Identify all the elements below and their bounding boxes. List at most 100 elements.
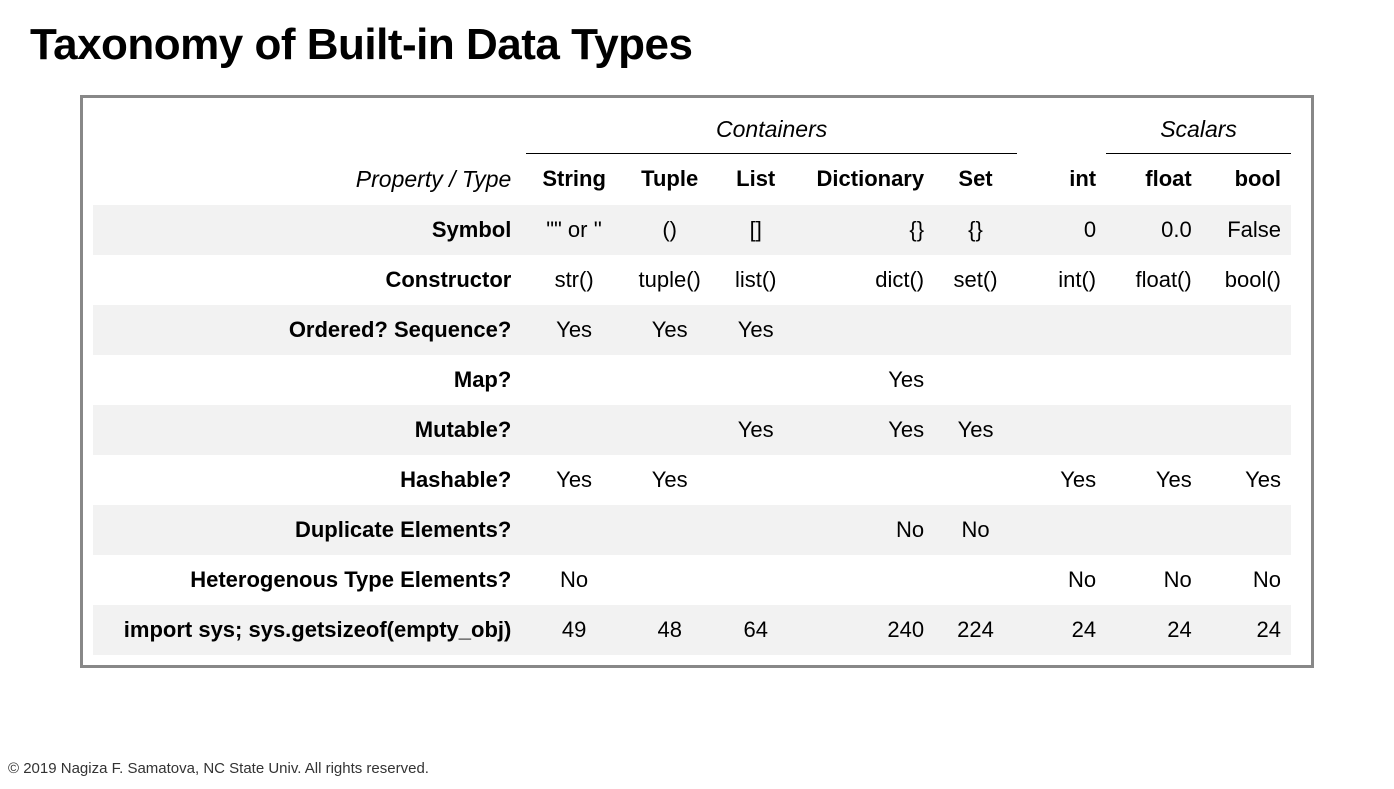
row-property: Ordered? Sequence?	[93, 305, 526, 355]
cell-int: Yes	[1017, 455, 1106, 505]
cell-float	[1106, 505, 1202, 555]
cell-tuple	[622, 355, 718, 405]
table-row: Constructorstr()tuple()list()dict()set()…	[93, 255, 1291, 305]
cell-bool	[1202, 505, 1291, 555]
cell-dictionary: Yes	[794, 405, 934, 455]
row-property: Constructor	[93, 255, 526, 305]
col-property: Property / Type	[93, 154, 526, 205]
cell-tuple	[622, 555, 718, 605]
table-row: Heterogenous Type Elements?NoNoNoNo	[93, 555, 1291, 605]
cell-string: "" or ''	[526, 205, 622, 255]
cell-list	[717, 455, 793, 505]
cell-tuple: tuple()	[622, 255, 718, 305]
cell-tuple: Yes	[622, 455, 718, 505]
cell-float: 24	[1106, 605, 1202, 655]
cell-int	[1017, 305, 1106, 355]
cell-tuple: Yes	[622, 305, 718, 355]
cell-float: 0.0	[1106, 205, 1202, 255]
table-row: Hashable?YesYesYesYesYes	[93, 455, 1291, 505]
column-header-row: Property / Type String Tuple List Dictio…	[93, 154, 1291, 205]
table-frame: Containers Scalars Property / Type Strin…	[80, 95, 1314, 668]
cell-string: No	[526, 555, 622, 605]
copyright-footer: © 2019 Nagiza F. Samatova, NC State Univ…	[8, 760, 429, 777]
cell-string: str()	[526, 255, 622, 305]
cell-set: Yes	[934, 405, 1017, 455]
cell-list: []	[717, 205, 793, 255]
cell-list	[717, 355, 793, 405]
cell-bool: Yes	[1202, 455, 1291, 505]
cell-int	[1017, 505, 1106, 555]
cell-list: Yes	[717, 305, 793, 355]
cell-tuple	[622, 505, 718, 555]
cell-dictionary: {}	[794, 205, 934, 255]
super-header-containers: Containers	[526, 108, 1017, 154]
table-row: Duplicate Elements? NoNo	[93, 505, 1291, 555]
cell-bool: 24	[1202, 605, 1291, 655]
cell-dictionary	[794, 555, 934, 605]
col-dictionary: Dictionary	[794, 154, 934, 205]
cell-set: 224	[934, 605, 1017, 655]
cell-bool	[1202, 405, 1291, 455]
cell-float: Yes	[1106, 455, 1202, 505]
taxonomy-table: Containers Scalars Property / Type Strin…	[93, 108, 1291, 655]
cell-string	[526, 355, 622, 405]
cell-string: Yes	[526, 305, 622, 355]
row-property: Symbol	[93, 205, 526, 255]
cell-set	[934, 355, 1017, 405]
cell-float	[1106, 355, 1202, 405]
cell-list	[717, 555, 793, 605]
table-body: Symbol"" or ''()[]{}{}00.0FalseConstruct…	[93, 205, 1291, 655]
cell-bool: False	[1202, 205, 1291, 255]
page-title: Taxonomy of Built-in Data Types	[30, 20, 1364, 70]
super-header-row: Containers Scalars	[93, 108, 1291, 154]
cell-string: Yes	[526, 455, 622, 505]
cell-float: float()	[1106, 255, 1202, 305]
cell-int: 24	[1017, 605, 1106, 655]
cell-bool	[1202, 355, 1291, 405]
cell-tuple	[622, 405, 718, 455]
cell-int	[1017, 355, 1106, 405]
row-property: Heterogenous Type Elements?	[93, 555, 526, 605]
cell-float	[1106, 405, 1202, 455]
cell-int: int()	[1017, 255, 1106, 305]
cell-string	[526, 405, 622, 455]
cell-dictionary: 240	[794, 605, 934, 655]
cell-set: No	[934, 505, 1017, 555]
col-tuple: Tuple	[622, 154, 718, 205]
cell-string: 49	[526, 605, 622, 655]
cell-dictionary	[794, 305, 934, 355]
cell-int: No	[1017, 555, 1106, 605]
cell-float	[1106, 305, 1202, 355]
table-row: Ordered? Sequence?YesYesYes	[93, 305, 1291, 355]
cell-dictionary: dict()	[794, 255, 934, 305]
cell-list	[717, 505, 793, 555]
col-bool: bool	[1202, 154, 1291, 205]
cell-set	[934, 305, 1017, 355]
cell-list: list()	[717, 255, 793, 305]
row-property: Map?	[93, 355, 526, 405]
cell-dictionary: Yes	[794, 355, 934, 405]
table-row: Map? Yes	[93, 355, 1291, 405]
super-header-gap	[1017, 108, 1106, 154]
cell-dictionary	[794, 455, 934, 505]
cell-set	[934, 555, 1017, 605]
super-header-scalars: Scalars	[1106, 108, 1291, 154]
cell-tuple: ()	[622, 205, 718, 255]
cell-int: 0	[1017, 205, 1106, 255]
cell-dictionary: No	[794, 505, 934, 555]
cell-list: 64	[717, 605, 793, 655]
col-float: float	[1106, 154, 1202, 205]
cell-float: No	[1106, 555, 1202, 605]
cell-int	[1017, 405, 1106, 455]
cell-list: Yes	[717, 405, 793, 455]
col-list: List	[717, 154, 793, 205]
cell-bool: No	[1202, 555, 1291, 605]
row-property: import sys; sys.getsizeof(empty_obj)	[93, 605, 526, 655]
row-property: Duplicate Elements?	[93, 505, 526, 555]
col-string: String	[526, 154, 622, 205]
table-row: Mutable?YesYesYes	[93, 405, 1291, 455]
super-header-empty	[93, 108, 526, 154]
cell-set	[934, 455, 1017, 505]
col-set: Set	[934, 154, 1017, 205]
row-property: Mutable?	[93, 405, 526, 455]
